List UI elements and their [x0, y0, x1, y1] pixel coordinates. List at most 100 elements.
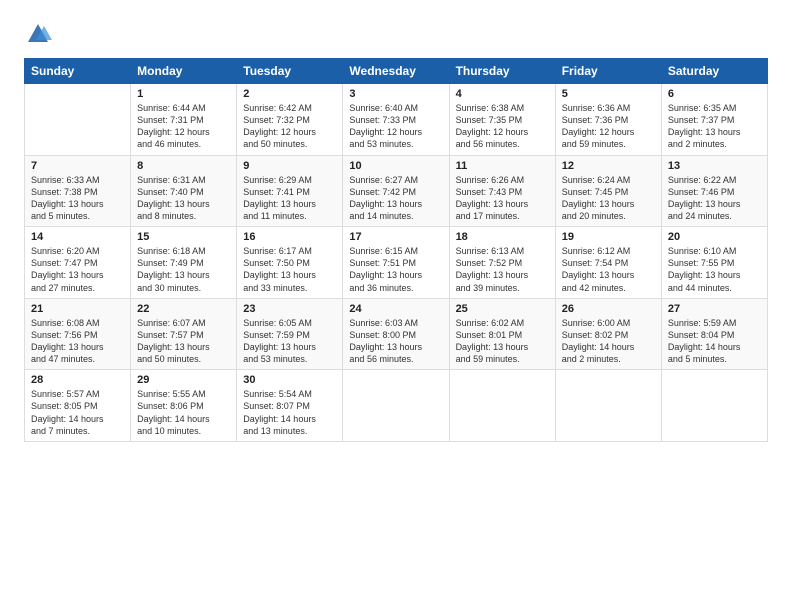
day-number: 14	[31, 231, 124, 243]
calendar-cell: 28 Sunrise: 5:57 AM Sunset: 8:05 PM Dayli…	[25, 370, 131, 442]
calendar-cell: 17 Sunrise: 6:15 AM Sunset: 7:51 PM Dayli…	[343, 227, 449, 299]
calendar-cell: 14 Sunrise: 6:20 AM Sunset: 7:47 PM Dayli…	[25, 227, 131, 299]
day-number: 15	[137, 231, 230, 243]
day-number: 29	[137, 374, 230, 386]
calendar-header-row: SundayMondayTuesdayWednesdayThursdayFrid…	[25, 59, 768, 84]
calendar-cell: 10 Sunrise: 6:27 AM Sunset: 7:42 PM Dayli…	[343, 155, 449, 227]
day-header-wednesday: Wednesday	[343, 59, 449, 84]
day-number: 11	[456, 160, 549, 172]
day-info: Sunrise: 5:54 AM Sunset: 8:07 PM Dayligh…	[243, 388, 336, 437]
calendar-cell: 3 Sunrise: 6:40 AM Sunset: 7:33 PM Daylig…	[343, 84, 449, 156]
logo	[24, 20, 56, 48]
day-info: Sunrise: 6:36 AM Sunset: 7:36 PM Dayligh…	[562, 102, 655, 151]
day-number: 21	[31, 303, 124, 315]
day-header-monday: Monday	[131, 59, 237, 84]
calendar-cell: 13 Sunrise: 6:22 AM Sunset: 7:46 PM Dayli…	[661, 155, 767, 227]
day-info: Sunrise: 6:27 AM Sunset: 7:42 PM Dayligh…	[349, 174, 442, 223]
calendar-cell: 7 Sunrise: 6:33 AM Sunset: 7:38 PM Daylig…	[25, 155, 131, 227]
day-number: 5	[562, 88, 655, 100]
day-header-saturday: Saturday	[661, 59, 767, 84]
day-info: Sunrise: 6:15 AM Sunset: 7:51 PM Dayligh…	[349, 245, 442, 294]
day-info: Sunrise: 6:08 AM Sunset: 7:56 PM Dayligh…	[31, 317, 124, 366]
day-number: 12	[562, 160, 655, 172]
day-number: 24	[349, 303, 442, 315]
day-info: Sunrise: 6:31 AM Sunset: 7:40 PM Dayligh…	[137, 174, 230, 223]
calendar-week-1: 1 Sunrise: 6:44 AM Sunset: 7:31 PM Daylig…	[25, 84, 768, 156]
day-info: Sunrise: 6:02 AM Sunset: 8:01 PM Dayligh…	[456, 317, 549, 366]
day-info: Sunrise: 6:42 AM Sunset: 7:32 PM Dayligh…	[243, 102, 336, 151]
calendar-cell: 24Sunrise: 6:03 AM Sunset: 8:00 PM Dayli…	[343, 298, 449, 370]
day-info: Sunrise: 6:12 AM Sunset: 7:54 PM Dayligh…	[562, 245, 655, 294]
day-number: 22	[137, 303, 230, 315]
day-number: 16	[243, 231, 336, 243]
day-number: 20	[668, 231, 761, 243]
calendar-cell	[661, 370, 767, 442]
calendar-cell: 8 Sunrise: 6:31 AM Sunset: 7:40 PM Daylig…	[131, 155, 237, 227]
calendar-cell: 30 Sunrise: 5:54 AM Sunset: 8:07 PM Dayli…	[237, 370, 343, 442]
day-number: 6	[668, 88, 761, 100]
day-info: Sunrise: 6:22 AM Sunset: 7:46 PM Dayligh…	[668, 174, 761, 223]
day-info: Sunrise: 6:17 AM Sunset: 7:50 PM Dayligh…	[243, 245, 336, 294]
calendar-cell: 11 Sunrise: 6:26 AM Sunset: 7:43 PM Dayli…	[449, 155, 555, 227]
calendar-cell: 26 Sunrise: 6:00 AM Sunset: 8:02 PM Dayli…	[555, 298, 661, 370]
day-number: 8	[137, 160, 230, 172]
day-info: Sunrise: 6:38 AM Sunset: 7:35 PM Dayligh…	[456, 102, 549, 151]
day-number: 26	[562, 303, 655, 315]
day-number: 7	[31, 160, 124, 172]
calendar-cell: 4 Sunrise: 6:38 AM Sunset: 7:35 PM Daylig…	[449, 84, 555, 156]
calendar-week-4: 21 Sunrise: 6:08 AM Sunset: 7:56 PM Dayli…	[25, 298, 768, 370]
day-number: 4	[456, 88, 549, 100]
day-info: Sunrise: 6:00 AM Sunset: 8:02 PM Dayligh…	[562, 317, 655, 366]
day-info: Sunrise: 6:29 AM Sunset: 7:41 PM Dayligh…	[243, 174, 336, 223]
day-info: Sunrise: 6:44 AM Sunset: 7:31 PM Dayligh…	[137, 102, 230, 151]
calendar-cell: 16 Sunrise: 6:17 AM Sunset: 7:50 PM Dayli…	[237, 227, 343, 299]
day-info: Sunrise: 6:40 AM Sunset: 7:33 PM Dayligh…	[349, 102, 442, 151]
day-number: 18	[456, 231, 549, 243]
day-number: 19	[562, 231, 655, 243]
day-info: Sunrise: 6:35 AM Sunset: 7:37 PM Dayligh…	[668, 102, 761, 151]
day-number: 30	[243, 374, 336, 386]
day-number: 3	[349, 88, 442, 100]
calendar-cell: 18 Sunrise: 6:13 AM Sunset: 7:52 PM Dayli…	[449, 227, 555, 299]
day-info: Sunrise: 6:10 AM Sunset: 7:55 PM Dayligh…	[668, 245, 761, 294]
day-number: 2	[243, 88, 336, 100]
calendar-week-2: 7 Sunrise: 6:33 AM Sunset: 7:38 PM Daylig…	[25, 155, 768, 227]
page-header	[24, 20, 768, 48]
day-number: 9	[243, 160, 336, 172]
day-info: Sunrise: 6:13 AM Sunset: 7:52 PM Dayligh…	[456, 245, 549, 294]
logo-icon	[24, 20, 52, 48]
day-header-sunday: Sunday	[25, 59, 131, 84]
calendar-week-3: 14 Sunrise: 6:20 AM Sunset: 7:47 PM Dayli…	[25, 227, 768, 299]
day-number: 28	[31, 374, 124, 386]
calendar-cell	[25, 84, 131, 156]
day-info: Sunrise: 6:07 AM Sunset: 7:57 PM Dayligh…	[137, 317, 230, 366]
calendar-table: SundayMondayTuesdayWednesdayThursdayFrid…	[24, 58, 768, 442]
calendar-cell	[555, 370, 661, 442]
day-header-friday: Friday	[555, 59, 661, 84]
day-info: Sunrise: 6:26 AM Sunset: 7:43 PM Dayligh…	[456, 174, 549, 223]
day-header-tuesday: Tuesday	[237, 59, 343, 84]
calendar-cell: 12Sunrise: 6:24 AM Sunset: 7:45 PM Dayli…	[555, 155, 661, 227]
calendar-cell: 1 Sunrise: 6:44 AM Sunset: 7:31 PM Daylig…	[131, 84, 237, 156]
day-info: Sunrise: 6:05 AM Sunset: 7:59 PM Dayligh…	[243, 317, 336, 366]
day-info: Sunrise: 6:33 AM Sunset: 7:38 PM Dayligh…	[31, 174, 124, 223]
day-number: 27	[668, 303, 761, 315]
calendar-cell	[343, 370, 449, 442]
calendar-cell: 23Sunrise: 6:05 AM Sunset: 7:59 PM Dayli…	[237, 298, 343, 370]
day-number: 13	[668, 160, 761, 172]
calendar-cell: 2 Sunrise: 6:42 AM Sunset: 7:32 PM Daylig…	[237, 84, 343, 156]
day-info: Sunrise: 5:57 AM Sunset: 8:05 PM Dayligh…	[31, 388, 124, 437]
day-info: Sunrise: 6:20 AM Sunset: 7:47 PM Dayligh…	[31, 245, 124, 294]
day-number: 25	[456, 303, 549, 315]
day-info: Sunrise: 6:18 AM Sunset: 7:49 PM Dayligh…	[137, 245, 230, 294]
calendar-cell: 9 Sunrise: 6:29 AM Sunset: 7:41 PM Daylig…	[237, 155, 343, 227]
day-number: 17	[349, 231, 442, 243]
day-number: 10	[349, 160, 442, 172]
calendar-cell: 15 Sunrise: 6:18 AM Sunset: 7:49 PM Dayli…	[131, 227, 237, 299]
calendar-cell: 5 Sunrise: 6:36 AM Sunset: 7:36 PM Daylig…	[555, 84, 661, 156]
calendar-week-5: 28 Sunrise: 5:57 AM Sunset: 8:05 PM Dayli…	[25, 370, 768, 442]
day-number: 1	[137, 88, 230, 100]
calendar-cell: 29Sunrise: 5:55 AM Sunset: 8:06 PM Dayli…	[131, 370, 237, 442]
calendar-cell: 25 Sunrise: 6:02 AM Sunset: 8:01 PM Dayli…	[449, 298, 555, 370]
calendar-cell: 22 Sunrise: 6:07 AM Sunset: 7:57 PM Dayli…	[131, 298, 237, 370]
